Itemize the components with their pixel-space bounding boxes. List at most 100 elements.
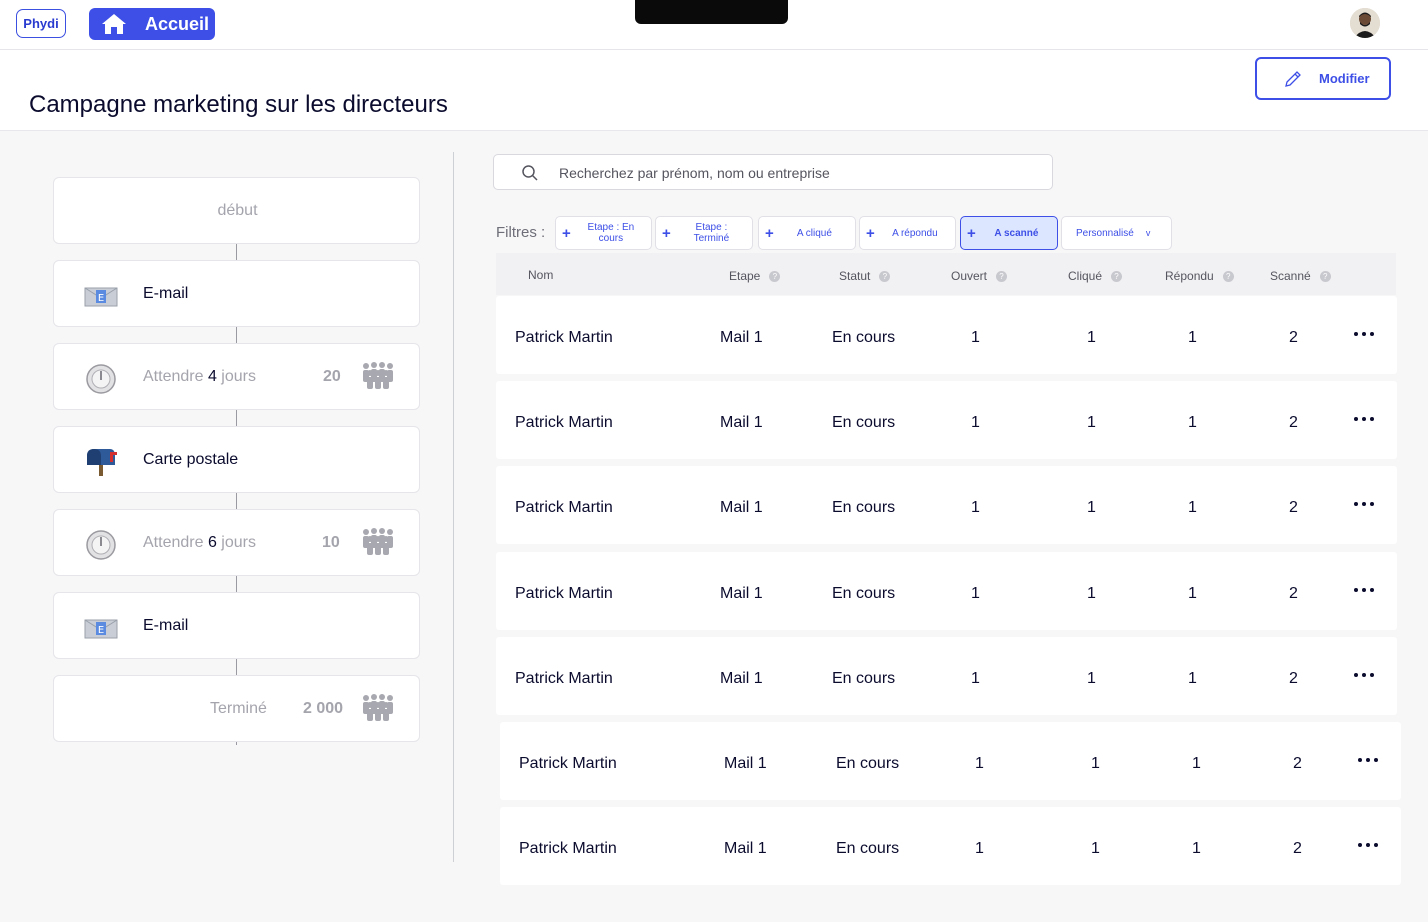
table-header: Nom Etape? Statut? Ouvert? Cliqué? Répon…: [496, 253, 1396, 295]
help-icon[interactable]: ?: [1111, 270, 1123, 282]
more-icon[interactable]: [1354, 332, 1374, 336]
cell-ouvert: 1: [971, 670, 980, 687]
svg-text:E: E: [98, 293, 104, 304]
cell-repondu: 1: [1188, 414, 1197, 431]
filter-dropdown-personnalise[interactable]: Personnalisé v: [1061, 216, 1172, 250]
cell-etape: Mail 1: [720, 499, 763, 516]
pencil-icon: [1285, 70, 1301, 87]
table-row[interactable]: Patrick Martin Mail 1 En cours 1 1 1 2: [496, 552, 1397, 630]
flow-step-wait[interactable]: Attendre 4 jours 20: [53, 343, 420, 410]
column-header-repondu[interactable]: Répondu?: [1165, 269, 1234, 283]
flow-step-label: Terminé: [210, 699, 267, 717]
table-row[interactable]: Patrick Martin Mail 1 En cours 1 1 1 2: [496, 381, 1397, 459]
more-icon[interactable]: [1358, 758, 1378, 762]
camera-notch: [635, 0, 788, 24]
more-icon[interactable]: [1354, 673, 1374, 677]
flow-step-end[interactable]: Terminé 2 000: [53, 675, 420, 742]
cell-statut: En cours: [836, 840, 900, 857]
top-bar: Phydi Accueil: [0, 0, 1428, 50]
plus-icon: +: [967, 224, 976, 242]
flow-step-email[interactable]: E E-mail: [53, 592, 420, 659]
cell-name: Patrick Martin: [515, 414, 613, 431]
table-row[interactable]: Patrick Martin Mail 1 En cours 1 1 1 2: [496, 466, 1397, 544]
cell-etape: Mail 1: [724, 840, 767, 857]
cell-scanne: 2: [1289, 329, 1298, 346]
help-icon[interactable]: ?: [769, 270, 781, 282]
flow-step-label: Attendre 4 jours: [143, 367, 256, 385]
cell-clique: 1: [1087, 499, 1096, 516]
plus-icon: +: [662, 224, 671, 242]
more-icon[interactable]: [1354, 588, 1374, 592]
people-icon: [363, 362, 393, 389]
flow-step-label: début: [217, 201, 258, 219]
help-icon[interactable]: ?: [1222, 270, 1234, 282]
cell-clique: 1: [1087, 414, 1096, 431]
table-row[interactable]: Patrick Martin Mail 1 En cours 1 1 1 2: [500, 722, 1401, 800]
column-divider: [453, 152, 454, 862]
column-header-etape[interactable]: Etape?: [729, 269, 781, 283]
flow-step-email[interactable]: E E-mail: [53, 260, 420, 327]
modify-button[interactable]: Modifier: [1255, 57, 1391, 100]
cell-repondu: 1: [1192, 755, 1201, 772]
table-row[interactable]: Patrick Martin Mail 1 En cours 1 1 1 2: [500, 807, 1401, 885]
cell-ouvert: 1: [971, 329, 980, 346]
more-icon[interactable]: [1358, 843, 1378, 847]
cell-statut: En cours: [836, 755, 900, 772]
home-label: Accueil: [145, 13, 210, 34]
plus-icon: +: [866, 224, 875, 242]
cell-name: Patrick Martin: [515, 329, 613, 346]
cell-scanne: 2: [1289, 499, 1298, 516]
filter-chip-a-scanne[interactable]: + A scanné: [960, 216, 1058, 250]
cell-scanne: 2: [1289, 414, 1298, 431]
cell-repondu: 1: [1188, 329, 1197, 346]
page-header: Campagne marketing sur les directeurs Mo…: [0, 50, 1428, 131]
cell-repondu: 1: [1188, 670, 1197, 687]
home-button[interactable]: Accueil: [89, 8, 215, 40]
filter-chip-a-repondu[interactable]: + A répondu: [859, 216, 956, 250]
page-title: Campagne marketing sur les directeurs: [29, 91, 448, 118]
cell-statut: En cours: [832, 329, 896, 346]
column-header-statut[interactable]: Statut?: [839, 269, 891, 283]
cell-statut: En cours: [832, 585, 896, 602]
more-icon[interactable]: [1354, 502, 1374, 506]
help-icon[interactable]: ?: [1319, 270, 1331, 282]
cell-etape: Mail 1: [720, 585, 763, 602]
cell-etape: Mail 1: [720, 329, 763, 346]
filter-chip-etape-en-cours[interactable]: + Etape : En cours: [555, 216, 652, 250]
cell-scanne: 2: [1289, 585, 1298, 602]
filter-chip-a-clique[interactable]: + A cliqué: [758, 216, 856, 250]
column-header-ouvert[interactable]: Ouvert?: [951, 269, 1008, 283]
more-icon[interactable]: [1354, 417, 1374, 421]
flow-step-count: 20: [323, 367, 341, 385]
column-header-scanne[interactable]: Scanné?: [1270, 269, 1331, 283]
cell-clique: 1: [1087, 585, 1096, 602]
cell-ouvert: 1: [971, 585, 980, 602]
flow-step-label: E-mail: [143, 616, 189, 634]
filter-chip-etape-termine[interactable]: + Etape : Terminé: [655, 216, 753, 250]
flow-step-label: Carte postale: [143, 450, 239, 468]
cell-statut: En cours: [832, 670, 896, 687]
cell-statut: En cours: [832, 499, 896, 516]
people-icon: [363, 694, 393, 721]
flow-step-postcard[interactable]: Carte postale: [53, 426, 420, 493]
cell-etape: Mail 1: [724, 755, 767, 772]
column-header-clique[interactable]: Cliqué?: [1068, 269, 1123, 283]
cell-name: Patrick Martin: [515, 585, 613, 602]
cell-scanne: 2: [1289, 670, 1298, 687]
search-input[interactable]: [559, 160, 1029, 186]
cell-clique: 1: [1091, 840, 1100, 857]
app-logo[interactable]: Phydi: [16, 9, 66, 38]
cell-clique: 1: [1091, 755, 1100, 772]
table-row[interactable]: Patrick Martin Mail 1 En cours 1 1 1 2: [496, 637, 1397, 715]
column-header-nom[interactable]: Nom: [528, 268, 553, 282]
search-box[interactable]: [493, 154, 1053, 190]
cell-ouvert: 1: [971, 499, 980, 516]
avatar[interactable]: [1350, 8, 1380, 38]
flow-step-start[interactable]: début: [53, 177, 420, 244]
help-icon[interactable]: ?: [879, 270, 891, 282]
table-row[interactable]: Patrick Martin Mail 1 En cours 1 1 1 2: [496, 296, 1397, 374]
flow-step-label: E-mail: [143, 284, 189, 302]
flow-step-wait[interactable]: Attendre 6 jours 10: [53, 509, 420, 576]
cell-ouvert: 1: [975, 755, 984, 772]
help-icon[interactable]: ?: [996, 270, 1008, 282]
